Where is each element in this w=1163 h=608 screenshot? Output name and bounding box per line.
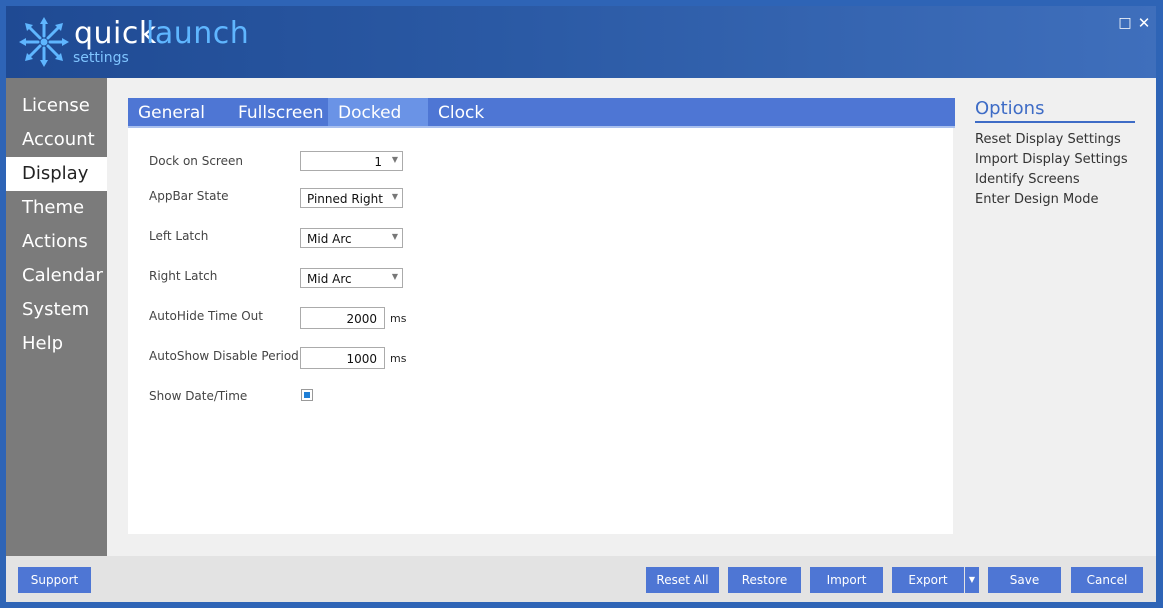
footer-bar: Support Reset All Restore Import Export … [6,556,1156,602]
sidebar-item-theme[interactable]: Theme [6,191,107,225]
show-datetime-label: Show Date/Time [149,389,248,403]
right-latch-value: Mid Arc [307,272,352,286]
tab-bar: General Fullscreen Docked Clock [128,98,955,128]
docked-settings-panel: Dock on Screen 1 ▼ AppBar State Pinned R… [128,128,953,534]
support-button[interactable]: Support [18,567,91,593]
sidebar-item-display[interactable]: Display [6,157,107,191]
options-panel: Options Reset Display Settings Import Di… [975,98,1135,207]
dock-on-screen-value: 1 [374,155,382,169]
autoshow-disable-value: 1000 [346,352,377,366]
appbar-state-value: Pinned Right [307,192,383,206]
reset-display-settings-link[interactable]: Reset Display Settings [975,132,1135,147]
cancel-button[interactable]: Cancel [1071,567,1143,593]
autohide-timeout-label: AutoHide Time Out [149,309,263,323]
chevron-down-icon: ▼ [391,232,398,241]
sidebar-item-account[interactable]: Account [6,123,107,157]
tab-clock[interactable]: Clock [428,98,508,126]
brand-quick: quick [74,16,157,51]
sidebar-item-calendar[interactable]: Calendar [6,259,107,293]
checkmark-icon [304,392,310,398]
maximize-icon[interactable]: □ [1118,16,1132,30]
tab-docked[interactable]: Docked [328,98,428,126]
identify-screens-link[interactable]: Identify Screens [975,172,1135,187]
right-latch-label: Right Latch [149,269,218,283]
chevron-down-icon: ▼ [391,192,398,201]
autoshow-disable-input[interactable]: 1000 [300,347,385,369]
title-bar: quick launch settings □ ✕ [6,6,1156,78]
appbar-state-select[interactable]: Pinned Right ▼ [300,188,403,208]
restore-button[interactable]: Restore [728,567,801,593]
close-icon[interactable]: ✕ [1137,16,1151,31]
sidebar-item-license[interactable]: License [6,89,107,123]
show-datetime-checkbox[interactable] [301,389,313,401]
sidebar-item-actions[interactable]: Actions [6,225,107,259]
autohide-timeout-input[interactable]: 2000 [300,307,385,329]
left-latch-value: Mid Arc [307,232,352,246]
autohide-timeout-value: 2000 [346,312,377,326]
dock-on-screen-label: Dock on Screen [149,154,243,168]
export-button[interactable]: Export [892,567,964,593]
sidebar-item-help[interactable]: Help [6,327,107,361]
chevron-down-icon: ▼ [391,272,398,281]
sidebar: License Account Display Theme Actions Ca… [6,78,107,556]
tab-fullscreen[interactable]: Fullscreen [228,98,328,126]
sidebar-item-system[interactable]: System [6,293,107,327]
autoshow-disable-unit: ms [390,352,407,365]
left-latch-label: Left Latch [149,229,209,243]
export-dropdown-icon[interactable]: ▼ [965,567,979,593]
save-button[interactable]: Save [988,567,1061,593]
autohide-timeout-unit: ms [390,312,407,325]
brand-subtitle: settings [73,50,129,66]
chevron-down-icon: ▼ [391,155,398,164]
import-display-settings-link[interactable]: Import Display Settings [975,152,1135,167]
enter-design-mode-link[interactable]: Enter Design Mode [975,192,1135,207]
left-latch-select[interactable]: Mid Arc ▼ [300,228,403,248]
import-button[interactable]: Import [810,567,883,593]
autoshow-disable-label: AutoShow Disable Period [149,349,299,363]
content-area: License Account Display Theme Actions Ca… [6,78,1156,556]
brand-launch: launch [146,16,250,51]
dock-on-screen-select[interactable]: 1 ▼ [300,151,403,171]
tab-general[interactable]: General [128,98,228,126]
appbar-state-label: AppBar State [149,189,229,203]
options-title: Options [975,98,1135,123]
starburst-arrows-icon [19,17,69,67]
reset-all-button[interactable]: Reset All [646,567,719,593]
app-window: quick launch settings □ ✕ License Accoun… [0,0,1163,608]
right-latch-select[interactable]: Mid Arc ▼ [300,268,403,288]
